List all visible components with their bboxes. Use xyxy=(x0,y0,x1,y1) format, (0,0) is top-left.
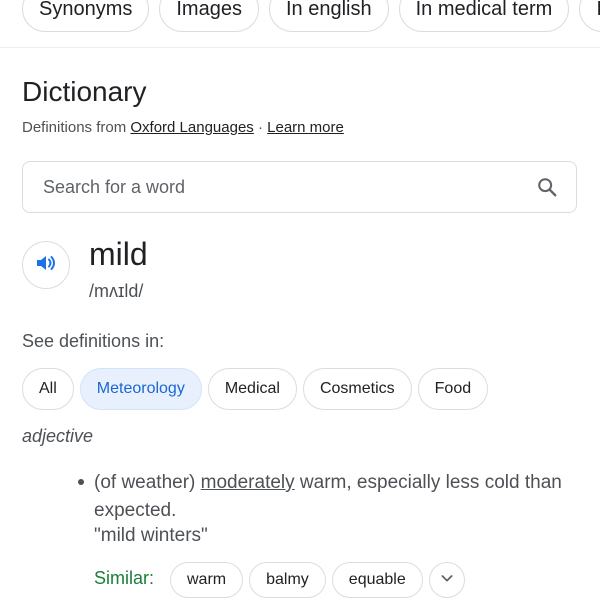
definition-category-chips: All Meteorology Medical Cosmetics Food xyxy=(22,368,489,410)
category-chip-all[interactable]: All xyxy=(22,368,74,410)
usage-example: "mild winters" xyxy=(94,525,208,546)
definition-text: (of weather) moderately warm, especially… xyxy=(94,469,574,525)
chip-in-medical-term[interactable]: In medical term xyxy=(398,0,570,32)
chip-synonyms[interactable]: Synonyms xyxy=(22,0,150,32)
chip-images[interactable]: Images xyxy=(159,0,259,32)
headword: mild xyxy=(89,236,148,272)
category-chip-meteorology[interactable]: Meteorology xyxy=(79,368,202,410)
similar-chip-balmy[interactable]: balmy xyxy=(249,562,326,598)
dictionary-title: Dictionary xyxy=(22,76,147,107)
similar-chip-warm[interactable]: warm xyxy=(170,562,244,598)
similar-label: Similar: xyxy=(94,568,155,588)
definition-link-moderately[interactable]: moderately xyxy=(201,472,295,493)
category-chip-food[interactable]: Food xyxy=(417,368,489,410)
dictionary-source: Definitions from Oxford Languages · Lear… xyxy=(22,119,344,136)
top-chip-row: Synonyms Images In english In medical te… xyxy=(22,0,600,34)
see-definitions-label: See definitions in: xyxy=(22,331,165,351)
bullet-icon xyxy=(78,479,84,485)
chip-truncated[interactable]: In xyxy=(579,0,600,32)
word-search-box[interactable] xyxy=(22,161,577,213)
category-chip-medical[interactable]: Medical xyxy=(207,368,297,410)
category-chip-cosmetics[interactable]: Cosmetics xyxy=(302,368,412,410)
chevron-down-icon xyxy=(439,570,455,591)
pronunciation-button[interactable] xyxy=(22,241,70,289)
part-of-speech: adjective xyxy=(22,426,94,446)
similar-words: warm balmy equable xyxy=(170,562,465,598)
chip-in-english[interactable]: In english xyxy=(268,0,389,32)
oxford-languages-link[interactable]: Oxford Languages xyxy=(130,119,253,136)
definition-prefix: (of weather) xyxy=(94,472,201,493)
expand-similar-button[interactable] xyxy=(428,562,465,598)
source-separator: · xyxy=(253,119,268,136)
dictionary-page: Synonyms Images In english In medical te… xyxy=(0,0,600,600)
speaker-icon xyxy=(34,251,58,280)
similar-chip-equable[interactable]: equable xyxy=(331,562,423,598)
learn-more-link[interactable]: Learn more xyxy=(267,119,344,136)
phonetic-spelling: /mʌɪld/ xyxy=(89,281,144,301)
search-icon[interactable] xyxy=(536,176,558,198)
source-prefix: Definitions from xyxy=(22,119,131,136)
divider xyxy=(0,47,600,48)
search-input[interactable] xyxy=(41,175,536,199)
